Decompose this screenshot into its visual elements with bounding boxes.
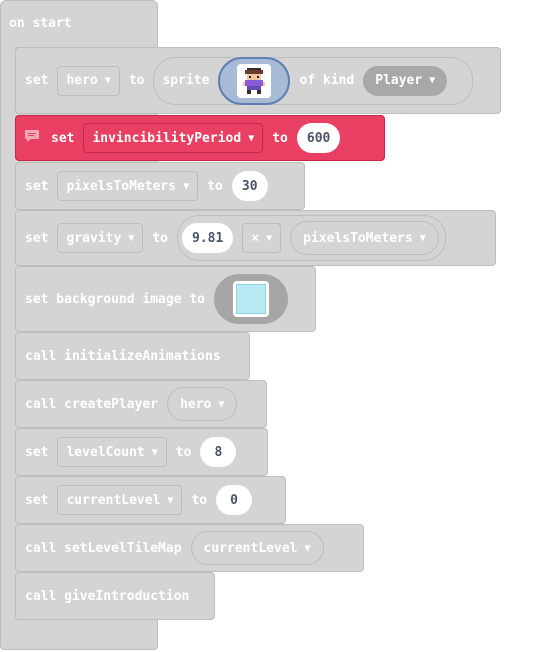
background-image-swatch (236, 284, 267, 314)
set-hero-block[interactable]: set hero ▼ to sprite of kind Player ▼ (15, 47, 501, 114)
chevron-down-icon: ▼ (151, 446, 158, 458)
gravity-variable-dropdown[interactable]: gravity ▼ (57, 223, 144, 253)
set-label: set (25, 444, 49, 460)
pixels-reporter-label: pixelsToMeters (303, 230, 413, 246)
invincibility-variable-label: invincibilityPeriod (92, 130, 242, 146)
current-level-reporter-label: currentLevel (203, 540, 298, 556)
current-level-variable-dropdown[interactable]: currentLevel ▼ (57, 485, 183, 515)
call-init-animations-block[interactable]: call initializeAnimations (15, 332, 250, 380)
set-background-block[interactable]: set background image to (15, 266, 316, 332)
chevron-down-icon: ▼ (167, 494, 174, 506)
hero-variable-reporter[interactable]: hero ▼ (167, 387, 238, 421)
set-label: set (25, 492, 49, 508)
set-pixels-block[interactable]: set pixelsToMeters ▼ to 30 (15, 162, 305, 210)
sprite-of-kind-block[interactable]: sprite of kind Player ▼ (153, 56, 474, 105)
background-label: set background image to (25, 291, 206, 307)
chevron-down-icon: ▼ (248, 132, 255, 144)
set-label: set (51, 130, 75, 146)
call-create-player-block[interactable]: call createPlayer hero ▼ (15, 380, 267, 428)
chevron-down-icon: ▼ (304, 542, 311, 554)
set-current-level-block[interactable]: set currentLevel ▼ to 0 (15, 476, 286, 524)
operator-label: × (251, 230, 260, 246)
pixels-variable-dropdown[interactable]: pixelsToMeters ▼ (57, 171, 199, 201)
background-thumbnail (233, 281, 270, 317)
to-label: to (272, 130, 288, 146)
comment-icon-glyph (25, 130, 39, 142)
chevron-down-icon: ▼ (218, 398, 225, 410)
set-label: set (25, 178, 49, 194)
level-count-variable-label: levelCount (66, 444, 145, 460)
call-give-introduction-label: call giveIntroduction (25, 588, 190, 604)
to-label: to (128, 73, 145, 88)
level-count-value-input[interactable]: 8 (200, 437, 237, 467)
gravity-variable-label: gravity (66, 230, 122, 246)
sprite-image-field[interactable] (218, 56, 291, 105)
chevron-down-icon: ▼ (183, 180, 190, 192)
current-level-value-input[interactable]: 0 (216, 485, 253, 515)
to-label: to (207, 178, 223, 194)
invincibility-value-input[interactable]: 600 (296, 123, 341, 153)
of-kind-label: of kind (299, 73, 355, 88)
set-level-count-block[interactable]: set levelCount ▼ to 8 (15, 428, 268, 476)
current-level-variable-reporter[interactable]: currentLevel ▼ (190, 531, 324, 565)
hero-variable-label: hero (66, 73, 98, 88)
to-label: to (191, 492, 208, 508)
call-give-introduction-block[interactable]: call giveIntroduction (15, 572, 215, 620)
gravity-left-input[interactable]: 9.81 (181, 223, 234, 253)
pixels-variable-label: pixelsToMeters (66, 178, 177, 194)
chevron-down-icon: ▼ (104, 75, 111, 86)
call-init-animations-label: call initializeAnimations (25, 348, 221, 364)
call-set-level-tilemap-block[interactable]: call setLevelTileMap currentLevel ▼ (15, 524, 364, 572)
hero-sprite-icon (243, 67, 266, 94)
chevron-down-icon: ▼ (429, 75, 436, 86)
pixels-variable-reporter[interactable]: pixelsToMeters ▼ (290, 221, 439, 255)
background-image-field[interactable] (214, 274, 289, 324)
set-label: set (25, 230, 49, 246)
hero-reporter-label: hero (180, 396, 212, 412)
set-gravity-block[interactable]: set gravity ▼ to 9.81 × ▼ pixelsToMeters… (15, 210, 496, 266)
pixels-value-input[interactable]: 30 (231, 171, 268, 201)
sprite-thumbnail (237, 63, 272, 98)
set-label: set (25, 73, 49, 88)
multiply-block[interactable]: 9.81 × ▼ pixelsToMeters ▼ (176, 215, 446, 261)
to-label: to (175, 444, 192, 460)
kind-label: Player (375, 73, 423, 88)
chevron-down-icon: ▼ (419, 232, 426, 244)
chevron-down-icon: ▼ (266, 232, 273, 244)
invincibility-variable-dropdown[interactable]: invincibilityPeriod ▼ (83, 123, 264, 153)
set-invincibility-block[interactable]: set invincibilityPeriod ▼ to 600 (15, 115, 385, 161)
comment-icon[interactable] (25, 130, 39, 146)
sprite-label: sprite (162, 73, 210, 88)
on-start-label: on start (9, 16, 72, 31)
chevron-down-icon: ▼ (128, 232, 135, 244)
call-set-level-tilemap-label: call setLevelTileMap (25, 540, 182, 556)
current-level-variable-label: currentLevel (66, 492, 161, 508)
to-label: to (152, 230, 168, 246)
operator-dropdown[interactable]: × ▼ (242, 223, 282, 253)
call-create-player-label: call createPlayer (25, 396, 159, 412)
hero-variable-dropdown[interactable]: hero ▼ (57, 65, 120, 96)
kind-dropdown[interactable]: Player ▼ (363, 65, 448, 96)
level-count-variable-dropdown[interactable]: levelCount ▼ (57, 437, 167, 467)
